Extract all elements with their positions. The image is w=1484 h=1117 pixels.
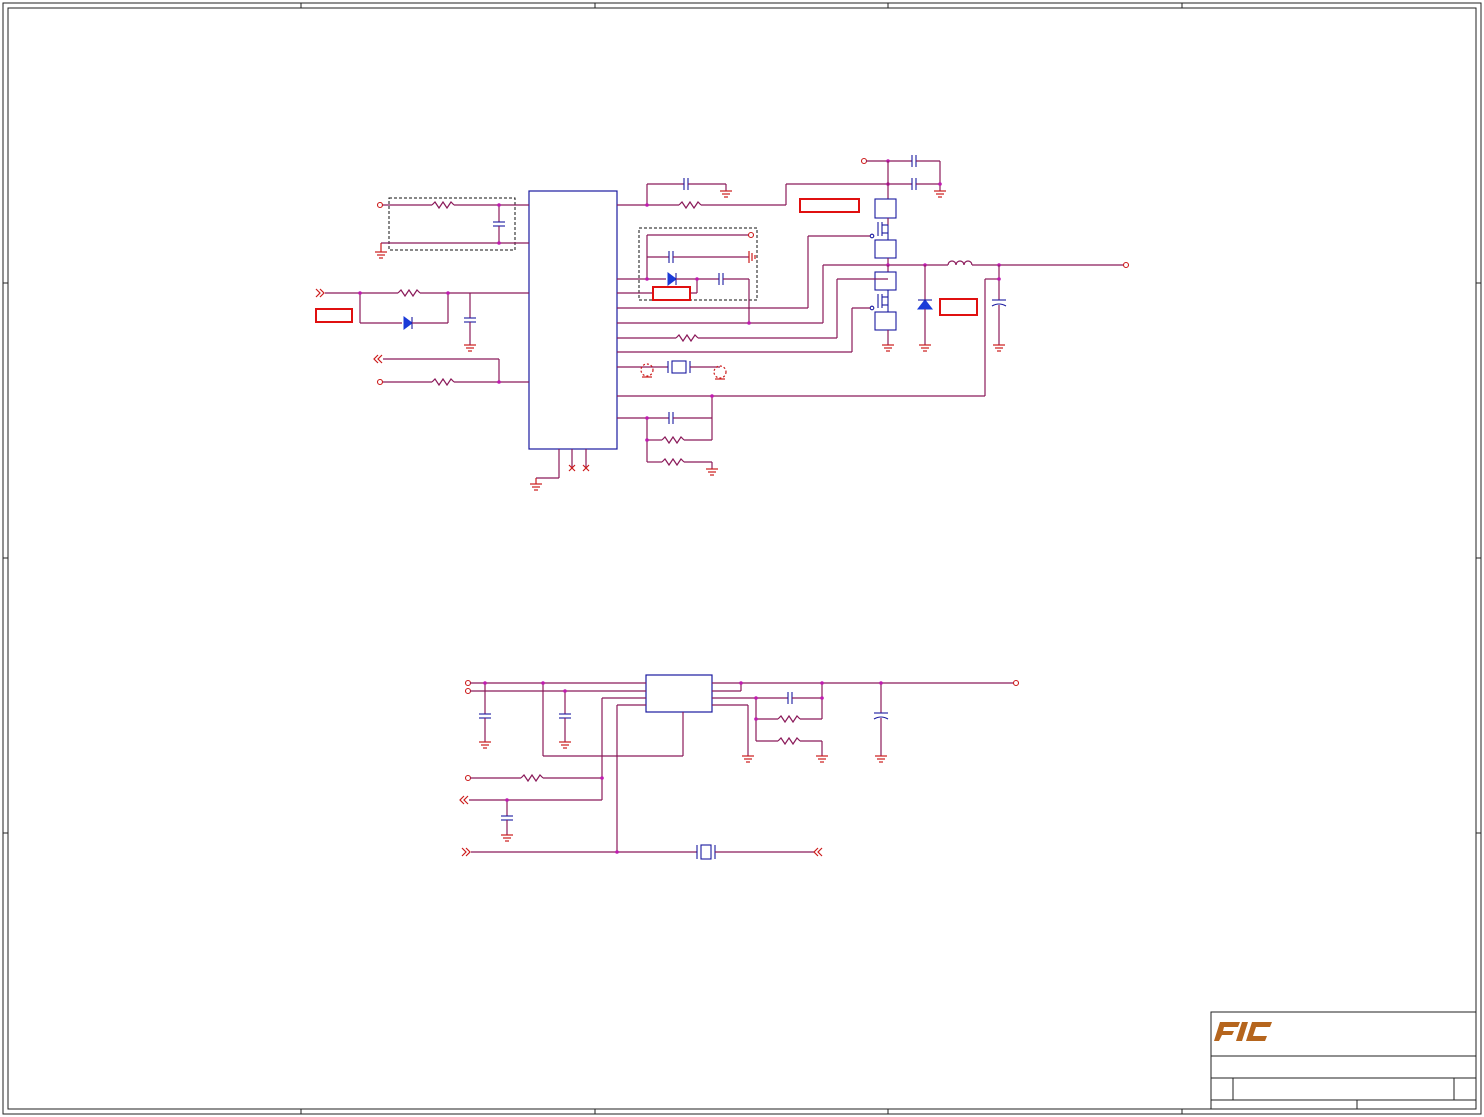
ground-symbol [934,190,946,198]
highlight-box [939,298,978,316]
output-port-arrow [373,354,383,364]
mosfet-package [874,198,897,219]
regulator-ic [645,674,713,713]
ground-symbol [882,344,894,352]
title-block [1210,1011,1477,1110]
ldo-regulator-circuit [459,674,1020,860]
input-port-arrow [461,847,471,857]
diode-symbol [403,316,413,330]
resistor-symbol [661,457,685,467]
test-point-icon [713,365,727,379]
crystal-symbol [700,844,712,860]
ground-symbol [993,344,1005,352]
ground-symbol [816,755,828,763]
resistor-symbol [777,714,801,724]
buck-controller-circuit [315,155,1130,491]
controller-ic [528,190,618,450]
mosfet-package [874,271,897,291]
ground-symbol [919,344,931,352]
ground-symbol [875,755,887,763]
high-side-mosfet [869,222,889,240]
diode-symbol [916,299,934,310]
resistor-symbol [520,773,544,783]
ground-symbol [742,755,754,763]
input-port-arrow [315,288,325,298]
highlight-box [799,198,860,213]
resistor-symbol [678,200,702,210]
rc-filter-group [388,197,516,251]
mosfet-package [874,311,897,331]
ground-symbol [530,478,542,491]
ground-symbol [720,190,732,198]
ground-symbol [479,741,491,749]
resistor-symbol [431,200,455,210]
resistor-symbol [661,435,685,445]
ground-symbol [464,344,476,352]
ground-symbol [501,834,513,842]
resistor-symbol [397,288,421,298]
resistor-symbol [675,333,699,343]
resistor-symbol [431,377,455,387]
ground-symbol [559,741,571,749]
highlight-box [652,286,691,301]
resistor-symbol [777,736,801,746]
output-port-arrow [813,847,823,857]
schematic-sheet [2,2,1482,1115]
ground-symbol [375,243,387,259]
sheet-border [2,2,1482,1115]
diode-symbol [667,272,677,286]
highlight-box [315,308,353,323]
output-port-arrow [459,795,469,805]
ground-symbol [706,468,718,476]
mosfet-package [874,239,897,259]
test-point-icon [640,363,654,377]
crystal-symbol [671,360,687,374]
inductor-symbol [947,260,973,266]
low-side-mosfet [869,290,889,312]
